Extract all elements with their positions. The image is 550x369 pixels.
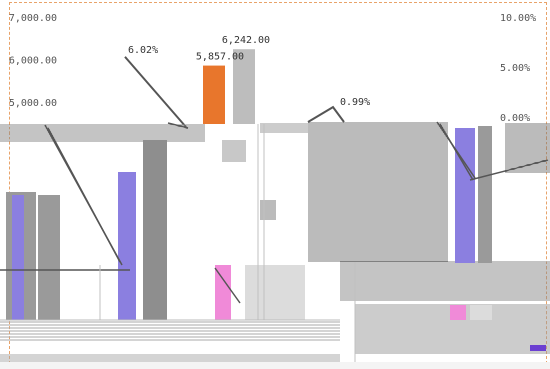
artifact-bar	[450, 305, 466, 320]
data-label: 0.99%	[340, 97, 370, 108]
growth-line-segment	[124, 56, 187, 128]
right-axis-tick: 5.00%	[500, 63, 530, 74]
data-label: 6.02%	[128, 45, 158, 56]
data-label: 5,857.00	[196, 52, 244, 63]
artifact-bar	[12, 195, 24, 320]
artifact-bar	[38, 195, 60, 320]
artifact-bar	[118, 172, 136, 320]
artifact-bar	[478, 126, 492, 263]
right-axis-tick: 10.00%	[500, 13, 536, 24]
artifact-bar	[530, 345, 546, 351]
combo-chart: 7,000.00 6,000.00 5,000.00 10.00% 5.00% 0.00…	[0, 13, 550, 369]
artifact-bar	[260, 200, 276, 220]
artifact-bar	[455, 128, 475, 263]
artifact-bar	[470, 305, 492, 320]
render-artifact-region	[0, 121, 550, 369]
right-axis-tick: 0.00%	[500, 113, 530, 124]
artifact-footer-strip	[0, 362, 550, 369]
bar	[203, 65, 225, 124]
left-axis-tick: 6,000.00	[9, 56, 57, 67]
artifact-bar	[215, 265, 231, 320]
left-axis-tick: 5,000.00	[9, 98, 57, 109]
right-axis-ticks: 10.00% 5.00% 0.00%	[500, 13, 536, 124]
data-label: 6,242.00	[222, 35, 270, 46]
artifact-bar	[245, 265, 305, 320]
artifact-bar	[62, 200, 100, 320]
artifact-bar	[143, 140, 167, 320]
left-axis-tick: 7,000.00	[9, 13, 57, 24]
artifact-bar	[222, 140, 246, 162]
growth-line-segment	[307, 105, 345, 123]
left-axis-ticks: 7,000.00 6,000.00 5,000.00	[9, 13, 57, 109]
